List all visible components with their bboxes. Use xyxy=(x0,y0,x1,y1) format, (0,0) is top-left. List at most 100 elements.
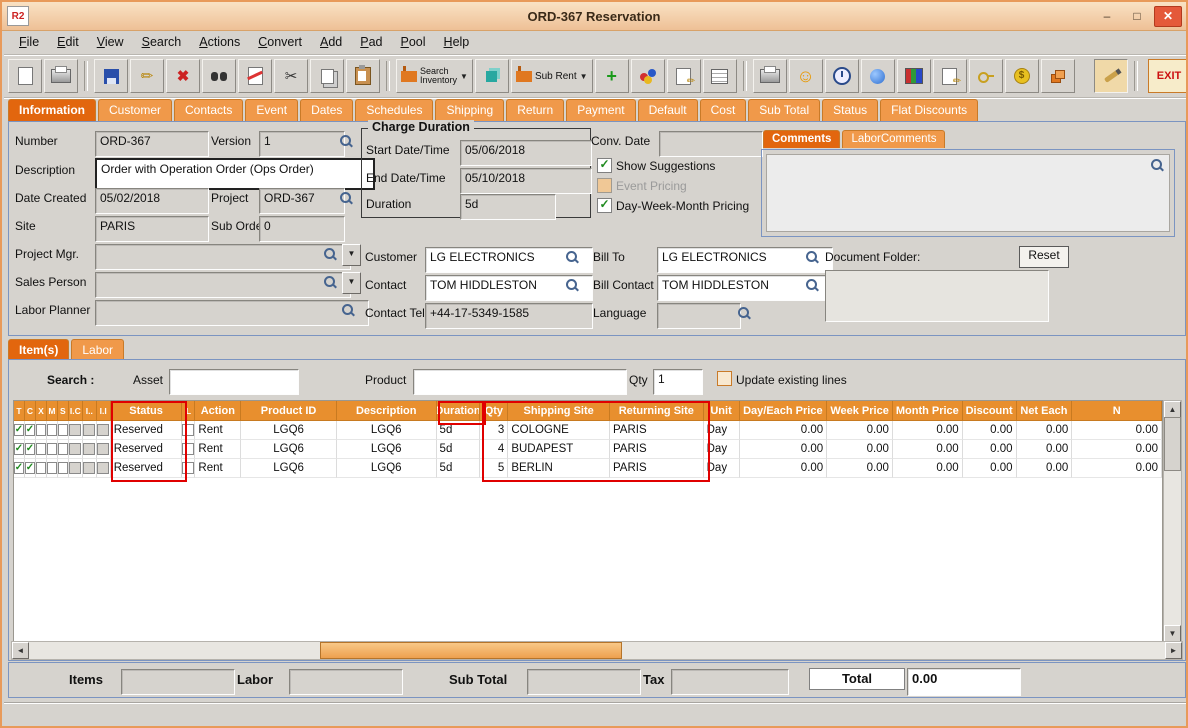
table-row[interactable]: ✓ ✓ Reserved Rent LGQ6 LGQ6 5d 3 COLOGNE… xyxy=(14,421,1162,440)
row-checkbox-m[interactable] xyxy=(47,443,57,455)
description-field[interactable]: Order with Operation Order (Ops Order) xyxy=(95,158,375,190)
header-status[interactable]: Status xyxy=(111,401,183,421)
print-button[interactable] xyxy=(44,59,78,93)
tab-comments[interactable]: Comments xyxy=(763,130,840,148)
row-checkbox-m[interactable] xyxy=(47,462,57,474)
unit-cell[interactable]: Day xyxy=(704,421,740,440)
header-i2[interactable]: I.. xyxy=(83,401,97,421)
contact-tel-field[interactable]: +44-17-5349-1585 xyxy=(425,303,593,329)
action-cell[interactable]: Rent xyxy=(195,440,241,459)
action-cell[interactable]: Rent xyxy=(195,421,241,440)
menu-item-search[interactable]: Search xyxy=(133,32,191,52)
contact-search-icon[interactable] xyxy=(565,278,579,292)
reset-button[interactable]: Reset xyxy=(1019,246,1069,268)
tab-contacts[interactable]: Contacts xyxy=(174,99,243,121)
header-s[interactable]: S xyxy=(58,401,69,421)
discount-cell[interactable]: 0.00 xyxy=(963,459,1017,478)
labor-total-field[interactable] xyxy=(289,669,403,695)
week-price-cell[interactable]: 0.00 xyxy=(827,421,893,440)
header-month-price[interactable]: Month Price xyxy=(893,401,963,421)
delete-button[interactable]: ✖ xyxy=(166,59,200,93)
total-value-field[interactable]: 0.00 xyxy=(907,668,1021,696)
cut-button[interactable]: ✂ xyxy=(274,59,308,93)
table-row[interactable]: ✓ ✓ Reserved Rent LGQ6 LGQ6 5d 5 BERLIN … xyxy=(14,459,1162,478)
action-cell[interactable]: Rent xyxy=(195,459,241,478)
row-checkbox-ic[interactable] xyxy=(69,443,81,455)
row-checkbox-i3[interactable] xyxy=(97,424,109,436)
update-existing-lines-checkbox[interactable] xyxy=(717,371,732,386)
header-day-each-price[interactable]: Day/Each Price xyxy=(740,401,828,421)
conv-date-field[interactable] xyxy=(659,131,763,157)
tab-shipping[interactable]: Shipping xyxy=(435,99,504,121)
project-mgr-dropdown-button[interactable]: ▼ xyxy=(342,244,361,266)
horizontal-scroll-thumb[interactable] xyxy=(320,642,622,659)
sales-person-field[interactable] xyxy=(95,272,351,298)
header-c[interactable]: C xyxy=(25,401,36,421)
chevron-down-icon[interactable]: ▼ xyxy=(580,72,588,81)
close-button[interactable]: ✕ xyxy=(1154,6,1182,27)
library-button[interactable] xyxy=(897,59,931,93)
comments-search-icon[interactable] xyxy=(1150,158,1164,172)
day-each-price-cell[interactable]: 0.00 xyxy=(740,421,828,440)
row-checkbox-m[interactable] xyxy=(47,424,57,436)
status-cell[interactable]: Reserved xyxy=(111,421,183,440)
header-i3[interactable]: I.I xyxy=(97,401,111,421)
row-checkbox-ic[interactable] xyxy=(69,424,81,436)
horizontal-scrollbar[interactable]: ◄ ► xyxy=(11,641,1183,660)
sales-person-search-icon[interactable] xyxy=(323,275,337,289)
tab-return[interactable]: Return xyxy=(506,99,564,121)
tab-items[interactable]: Item(s) xyxy=(8,339,69,361)
paste-button[interactable] xyxy=(346,59,380,93)
n-cell[interactable]: 0.00 xyxy=(1072,459,1162,478)
qty-cell[interactable]: 3 xyxy=(480,421,508,440)
project-field[interactable]: ORD-367 xyxy=(259,188,345,214)
menu-item-actions[interactable]: Actions xyxy=(190,32,249,52)
contacts-button[interactable]: ☺ xyxy=(789,59,823,93)
labor-planner-field[interactable] xyxy=(95,300,369,326)
week-price-cell[interactable]: 0.00 xyxy=(827,440,893,459)
header-duration[interactable]: Duration xyxy=(437,401,481,421)
row-checkbox-l[interactable] xyxy=(182,443,194,455)
row-checkbox-t[interactable]: ✓ xyxy=(14,443,24,455)
header-week-price[interactable]: Week Price xyxy=(827,401,893,421)
billing-button[interactable]: $ xyxy=(1005,59,1039,93)
header-description[interactable]: Description xyxy=(337,401,437,421)
row-checkbox-s[interactable] xyxy=(58,462,68,474)
month-price-cell[interactable]: 0.00 xyxy=(893,440,963,459)
net-each-cell[interactable]: 0.00 xyxy=(1017,459,1073,478)
row-checkbox-x[interactable] xyxy=(36,424,46,436)
qty-cell[interactable]: 4 xyxy=(480,440,508,459)
edit-note-button[interactable] xyxy=(667,59,701,93)
header-m[interactable]: M xyxy=(47,401,58,421)
date-created-field[interactable]: 05/02/2018 xyxy=(95,188,209,214)
header-action[interactable]: Action xyxy=(195,401,241,421)
product-id-cell[interactable]: LGQ6 xyxy=(241,421,337,440)
row-checkbox-c[interactable]: ✓ xyxy=(25,424,35,436)
row-checkbox-l[interactable] xyxy=(182,462,194,474)
tab-sub-total[interactable]: Sub Total xyxy=(748,99,820,121)
row-checkbox-i3[interactable] xyxy=(97,443,109,455)
tab-status[interactable]: Status xyxy=(822,99,878,121)
tax-field[interactable] xyxy=(671,669,789,695)
tab-flat-discounts[interactable]: Flat Discounts xyxy=(880,99,978,121)
row-checkbox-l[interactable] xyxy=(182,424,194,436)
scroll-up-button[interactable]: ▲ xyxy=(1164,401,1181,418)
duration-cell[interactable]: 5d xyxy=(437,421,481,440)
header-unit[interactable]: Unit xyxy=(704,401,740,421)
description-cell[interactable]: LGQ6 xyxy=(337,459,437,478)
project-mgr-search-icon[interactable] xyxy=(323,247,337,261)
header-product-id[interactable]: Product ID xyxy=(241,401,337,421)
new-button[interactable] xyxy=(8,59,42,93)
project-search-icon[interactable] xyxy=(339,191,353,205)
maximize-button[interactable]: □ xyxy=(1124,7,1150,26)
tab-cost[interactable]: Cost xyxy=(700,99,747,121)
tab-labor-comments[interactable]: LaborComments xyxy=(842,130,945,148)
row-checkbox-i3[interactable] xyxy=(97,462,109,474)
minimize-button[interactable]: – xyxy=(1094,7,1120,26)
notes-button[interactable] xyxy=(933,59,967,93)
row-checkbox-s[interactable] xyxy=(58,443,68,455)
row-checkbox-c[interactable]: ✓ xyxy=(25,443,35,455)
header-x[interactable]: X xyxy=(36,401,47,421)
month-price-cell[interactable]: 0.00 xyxy=(893,459,963,478)
menu-item-pad[interactable]: Pad xyxy=(351,32,391,52)
